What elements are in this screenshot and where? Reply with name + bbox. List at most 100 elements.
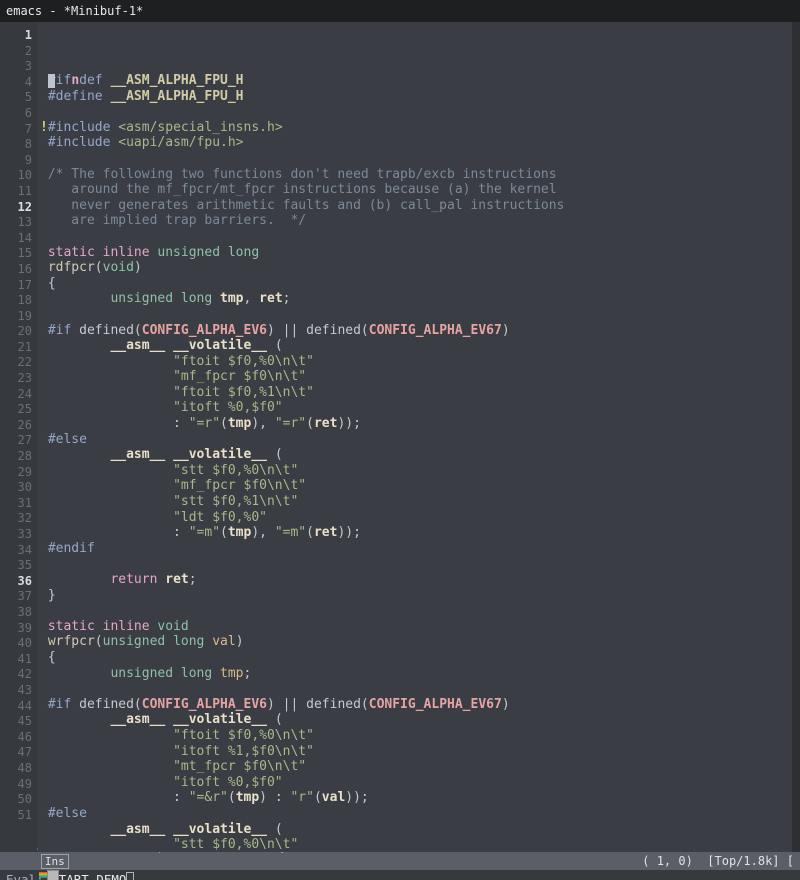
- code-line[interactable]: !#include <asm/special_insns.h>: [40, 120, 800, 136]
- code-buffer[interactable]: #ifndef __ASM_ALPHA_FPU_H #define __ASM_…: [38, 22, 800, 852]
- code-line[interactable]: [40, 603, 800, 619]
- line-number: 1: [0, 28, 32, 44]
- code-line[interactable]: #else: [40, 432, 800, 448]
- code-line[interactable]: "itoft %1,$f0\n\t": [40, 744, 800, 760]
- line-number: 39: [0, 621, 32, 637]
- code-line[interactable]: {: [40, 650, 800, 666]
- code-line[interactable]: : "=&r"(tmp) : "r"(val));: [40, 790, 800, 806]
- code-line[interactable]: "ftoit $f0,%0\n\t": [40, 354, 800, 370]
- code-line[interactable]: "mt_fpcr $f0\n\t": [40, 759, 800, 775]
- line-number: 12: [0, 200, 32, 216]
- code-line[interactable]: __asm__ __volatile__ (: [40, 712, 800, 728]
- window-title: emacs - *Minibuf-1*: [6, 4, 143, 19]
- code-line[interactable]: #else: [40, 806, 800, 822]
- line-number: 51: [0, 808, 32, 824]
- line-number: 22: [0, 355, 32, 371]
- code-line[interactable]: #define __ASM_ALPHA_FPU_H: [40, 89, 800, 105]
- line-number: 33: [0, 527, 32, 543]
- line-number: 25: [0, 402, 32, 418]
- line-number: 37: [0, 589, 32, 605]
- line-number: 16: [0, 262, 32, 278]
- line-number: 17: [0, 278, 32, 294]
- scroll-position: [Top/1.8k]: [707, 854, 779, 868]
- line-number: 6: [0, 106, 32, 122]
- line-number: 40: [0, 636, 32, 652]
- code-line[interactable]: #if defined(CONFIG_ALPHA_EV6) || defined…: [40, 323, 800, 339]
- code-line[interactable]: "ldt $f0,%0": [40, 510, 800, 526]
- code-line[interactable]: around the mf_fpcr/mt_fpcr instructions …: [40, 182, 800, 198]
- line-number: 35: [0, 558, 32, 574]
- code-line[interactable]: "mf_fpcr $f0\n\t": [40, 478, 800, 494]
- code-line[interactable]: }: [40, 588, 800, 604]
- code-line[interactable]: [40, 556, 800, 572]
- code-line[interactable]: #ifndef __ASM_ALPHA_FPU_H: [40, 73, 800, 89]
- code-line[interactable]: static inline unsigned long: [40, 245, 800, 261]
- code-line[interactable]: [40, 307, 800, 323]
- code-line[interactable]: "stt $f0,%0\n\t": [40, 837, 800, 852]
- line-number-gutter: 1234567891011121314151617181920212223242…: [0, 22, 38, 852]
- code-line[interactable]: : "=m"(tmp), "=m"(ret));: [40, 525, 800, 541]
- line-number: 29: [0, 465, 32, 481]
- mode-line: .../linux/arch/alpha/include/asm/fpu.h I…: [0, 852, 800, 870]
- line-number: 21: [0, 340, 32, 356]
- code-line[interactable]: return ret;: [40, 572, 800, 588]
- editor-area[interactable]: 1234567891011121314151617181920212223242…: [0, 22, 800, 852]
- line-number: 15: [0, 246, 32, 262]
- line-number: 28: [0, 449, 32, 465]
- line-number: 41: [0, 652, 32, 668]
- code-line[interactable]: unsigned long tmp;: [40, 666, 800, 682]
- code-line[interactable]: "ftoit $f0,%0\n\t": [40, 728, 800, 744]
- line-number: 32: [0, 511, 32, 527]
- code-line[interactable]: #include <uapi/asm/fpu.h>: [40, 135, 800, 151]
- code-line[interactable]: "stt $f0,%1\n\t": [40, 494, 800, 510]
- text-cursor: [48, 74, 55, 88]
- line-number: 30: [0, 480, 32, 496]
- line-number: 34: [0, 543, 32, 559]
- code-line[interactable]: "ftoit $f0,%1\n\t": [40, 385, 800, 401]
- line-number: 23: [0, 371, 32, 387]
- code-line[interactable]: "itoft %0,$f0": [40, 775, 800, 791]
- line-number: 4: [0, 75, 32, 91]
- code-line[interactable]: __asm__ __volatile__ (: [40, 447, 800, 463]
- code-line[interactable]: are implied trap barriers. */: [40, 213, 800, 229]
- line-number: 36: [0, 574, 32, 590]
- window-titlebar: emacs - *Minibuf-1*: [0, 0, 800, 22]
- insert-mode-indicator: Ins: [41, 854, 69, 869]
- code-line[interactable]: never generates arithmetic faults and (b…: [40, 198, 800, 214]
- code-line[interactable]: #if defined(CONFIG_ALPHA_EV6) || defined…: [40, 697, 800, 713]
- code-line[interactable]: [40, 104, 800, 120]
- code-line[interactable]: "stt $f0,%0\n\t": [40, 463, 800, 479]
- code-line[interactable]: rdfpcr(void): [40, 260, 800, 276]
- cursor-position: ( 1, 0): [642, 854, 693, 868]
- code-line[interactable]: [40, 681, 800, 697]
- line-number: 13: [0, 215, 32, 231]
- line-number: 48: [0, 761, 32, 777]
- code-line[interactable]: #endif: [40, 541, 800, 557]
- line-number: 45: [0, 714, 32, 730]
- line-number: 42: [0, 667, 32, 683]
- line-number: 19: [0, 309, 32, 325]
- line-number: 31: [0, 496, 32, 512]
- code-line[interactable]: [40, 229, 800, 245]
- line-number: 8: [0, 137, 32, 153]
- code-line[interactable]: "itoft %0,$f0": [40, 400, 800, 416]
- code-line[interactable]: __asm__ __volatile__ (: [40, 822, 800, 838]
- mode-line-tail: [: [787, 854, 794, 868]
- code-line[interactable]: __asm__ __volatile__ (: [40, 338, 800, 354]
- right-fringe: [792, 22, 800, 852]
- line-number: 46: [0, 730, 32, 746]
- line-number: 26: [0, 418, 32, 434]
- code-line[interactable]: [40, 151, 800, 167]
- code-line[interactable]: {: [40, 276, 800, 292]
- line-number: 2: [0, 44, 32, 60]
- code-line[interactable]: static inline void: [40, 619, 800, 635]
- code-line[interactable]: /* The following two functions don't nee…: [40, 167, 800, 183]
- line-number: 27: [0, 433, 32, 449]
- minibuffer-input[interactable]: START DEMO: [51, 872, 126, 880]
- code-line[interactable]: wrfpcr(unsigned long val): [40, 634, 800, 650]
- code-line[interactable]: "mf_fpcr $f0\n\t": [40, 369, 800, 385]
- code-line[interactable]: : "=r"(tmp), "=r"(ret));: [40, 416, 800, 432]
- line-number: 47: [0, 745, 32, 761]
- code-line[interactable]: unsigned long tmp, ret;: [40, 291, 800, 307]
- line-number: 38: [0, 605, 32, 621]
